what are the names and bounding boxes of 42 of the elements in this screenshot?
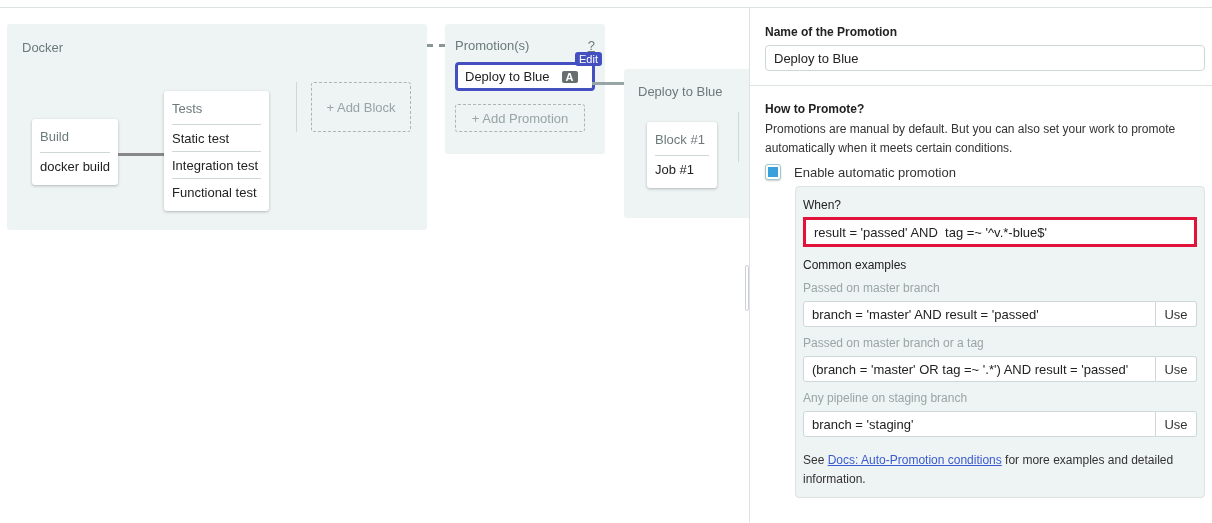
edit-button[interactable]: Edit bbox=[575, 52, 602, 66]
example-field[interactable]: (branch = 'master' OR tag =~ '.*') AND result = 'passed' bbox=[803, 356, 1156, 382]
example-field[interactable]: branch = 'master' AND result = 'passed' bbox=[803, 301, 1156, 327]
block-title: Tests bbox=[172, 99, 261, 125]
block-title: Build bbox=[40, 127, 110, 153]
example-field[interactable]: branch = 'staging' bbox=[803, 411, 1156, 437]
job-item[interactable]: Integration test bbox=[172, 152, 261, 179]
field-label: When? bbox=[803, 198, 843, 212]
job-item[interactable]: Static test bbox=[172, 125, 261, 152]
resize-handle[interactable] bbox=[745, 265, 749, 311]
job-item[interactable]: Job #1 bbox=[655, 156, 709, 182]
example-label: Any pipeline on staging branch bbox=[803, 391, 969, 405]
example-label: Passed on master branch bbox=[803, 281, 941, 295]
section-title: How to Promote? bbox=[765, 102, 866, 116]
checkbox-label: Enable automatic promotion bbox=[794, 164, 956, 180]
promotion-name: Deploy to Blue bbox=[465, 69, 550, 84]
help-link[interactable]: ? bbox=[587, 38, 595, 53]
block-card[interactable]: Block #1 Job #1 bbox=[647, 122, 717, 188]
pipeline-title: Deploy to Blue bbox=[638, 84, 723, 99]
pipeline-title: Docker bbox=[22, 40, 64, 55]
use-button[interactable]: Use bbox=[1156, 301, 1197, 327]
example-label: Passed on master branch or a tag bbox=[803, 336, 985, 350]
block-card[interactable]: Build docker build bbox=[32, 119, 118, 185]
connector-line bbox=[118, 153, 164, 156]
job-item[interactable]: docker build bbox=[40, 153, 110, 179]
docs-link[interactable]: Docs: Auto-Promotion conditions bbox=[827, 453, 1002, 467]
use-button[interactable]: Use bbox=[1156, 411, 1197, 437]
connector-line bbox=[592, 82, 624, 85]
condition-field[interactable]: result = 'passed' AND tag =~ '^v.*-blue$' bbox=[803, 217, 1197, 247]
auto-badge: A bbox=[561, 70, 578, 83]
help-text: See Docs: Auto-Promotion conditions for more examples and detailed information. bbox=[803, 452, 1175, 488]
field-label: Name of the Promotion bbox=[765, 25, 898, 39]
description-text: Promotions are manual by default. But you can also set your work to promote automatically when it meets certain conditions. bbox=[765, 121, 1177, 157]
promotion-item[interactable]: Deploy to Blue A bbox=[455, 62, 595, 91]
block-title: Block #1 bbox=[655, 130, 709, 156]
checkbox[interactable] bbox=[765, 164, 781, 180]
name-field[interactable]: Deploy to Blue bbox=[765, 45, 1205, 71]
use-button[interactable]: Use bbox=[1156, 356, 1197, 382]
promotions-title: Promotion(s) bbox=[455, 38, 530, 53]
job-item[interactable]: Functional test bbox=[172, 179, 261, 205]
examples-title: Common examples bbox=[803, 258, 908, 272]
block-card[interactable]: Tests Static test Integration test Functional test bbox=[164, 91, 269, 211]
